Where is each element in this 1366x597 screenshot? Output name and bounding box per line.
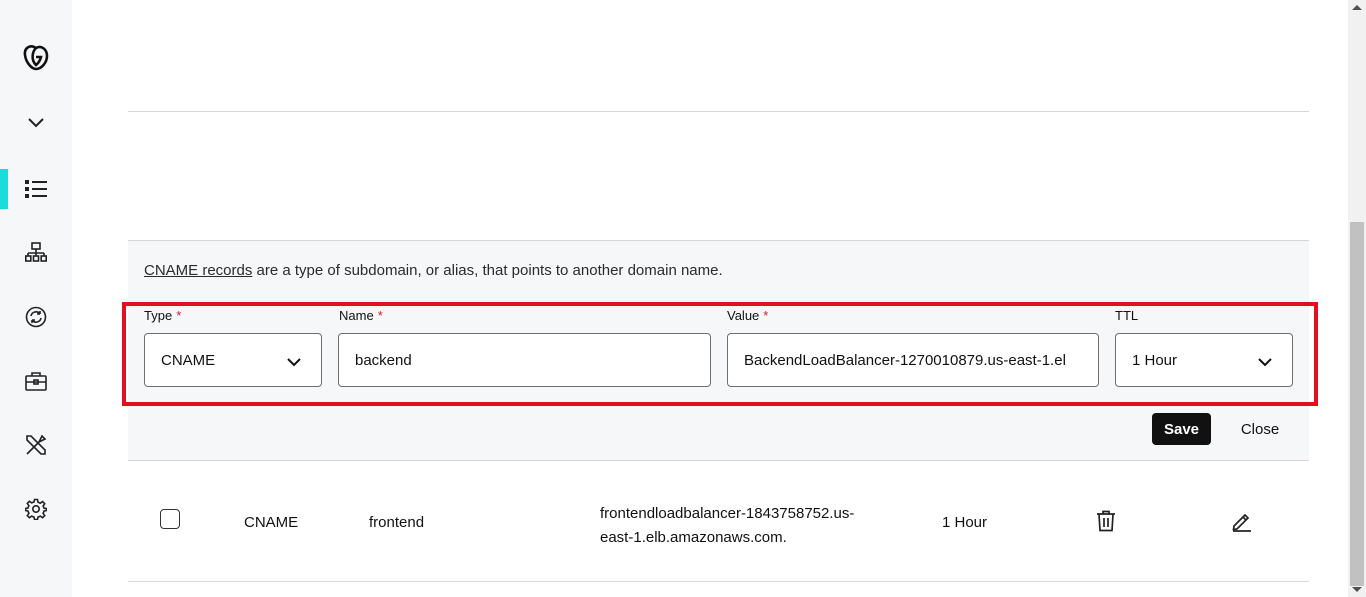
record-type: CNAME <box>244 514 299 531</box>
chevron-down-icon[interactable] <box>0 103 72 143</box>
scroll-up-arrow[interactable] <box>1352 5 1362 10</box>
record-ttl: 1 Hour <box>942 514 988 531</box>
scroll-down-arrow[interactable] <box>1352 587 1362 592</box>
record-checkbox[interactable] <box>160 509 180 529</box>
cname-info-text: CNAME records are a type of subdomain, o… <box>144 262 723 279</box>
scroll-thumb[interactable] <box>1350 222 1364 586</box>
cname-records-link[interactable]: CNAME records <box>144 262 252 279</box>
trash-icon[interactable] <box>1096 510 1116 537</box>
sitemap-icon[interactable] <box>0 233 72 273</box>
edit-pencil-icon[interactable] <box>1231 510 1253 537</box>
gear-icon[interactable] <box>0 489 72 529</box>
highlight-box <box>122 302 1318 406</box>
divider <box>128 581 1309 582</box>
record-value: frontendloadbalancer-1843758752.us- east… <box>600 502 854 550</box>
cname-info-description: are a type of subdomain, or alias, that … <box>252 262 723 279</box>
record-value-line: frontendloadbalancer-1843758752.us- <box>600 505 855 522</box>
scrollbar[interactable] <box>1348 0 1366 597</box>
record-name: frontend <box>369 514 425 531</box>
list-icon[interactable] <box>0 169 72 209</box>
record-value-line: east-1.elb.amazonaws.com. <box>600 529 787 546</box>
sidebar <box>0 0 72 597</box>
close-button[interactable]: Close <box>1232 413 1288 445</box>
divider <box>128 111 1309 112</box>
sync-icon[interactable] <box>0 297 72 337</box>
tools-icon[interactable] <box>0 425 72 465</box>
godaddy-logo-icon[interactable] <box>0 38 72 78</box>
briefcase-icon[interactable] <box>0 361 72 401</box>
save-button[interactable]: Save <box>1152 413 1211 445</box>
